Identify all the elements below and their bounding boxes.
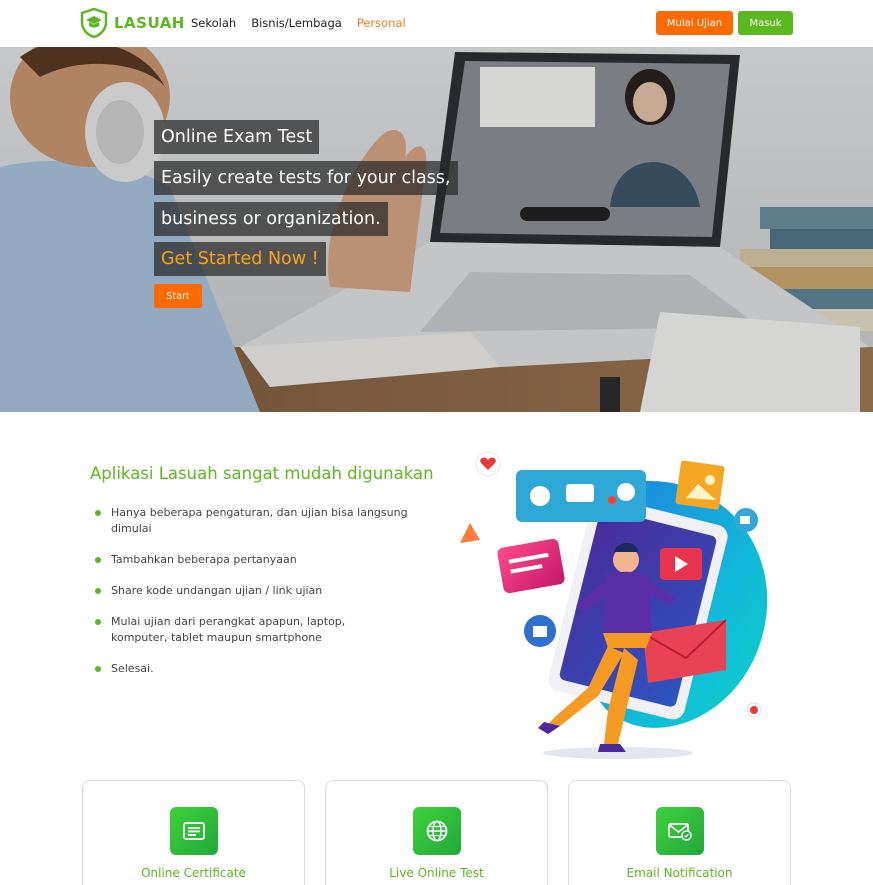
- navbar: LASUAH Sekolah Bisnis/Lembaga Personal M…: [0, 0, 873, 47]
- features-title: Aplikasi Lasuah sangat mudah digunakan: [90, 464, 434, 483]
- features-list: Hanya beberapa pengaturan, dan ujian bis…: [95, 505, 415, 677]
- feature-item: Selesai.: [95, 661, 415, 677]
- hero-start-button[interactable]: Start: [154, 284, 202, 308]
- feature-card-live-online-test[interactable]: Live Online Test: [325, 780, 548, 885]
- brand-name: LASUAH: [114, 14, 185, 32]
- brand-logo[interactable]: LASUAH: [80, 8, 185, 38]
- hero-heading: Online Exam Test: [154, 120, 320, 154]
- feature-item: Hanya beberapa pengaturan, dan ujian bis…: [95, 505, 415, 537]
- app-illustration: [460, 451, 768, 759]
- globe-icon: [413, 807, 461, 855]
- email-icon: [656, 807, 704, 855]
- nav-link-bisnis-lembaga[interactable]: Bisnis/Lembaga: [251, 16, 342, 30]
- login-button[interactable]: Masuk: [738, 11, 793, 35]
- hero-cta-text: Get Started Now !: [154, 242, 326, 276]
- nav-link-sekolah[interactable]: Sekolah: [191, 16, 236, 30]
- card-label: Live Online Test: [389, 866, 484, 880]
- nav-links: Sekolah Bisnis/Lembaga Personal: [191, 16, 406, 30]
- card-label: Online Certificate: [141, 866, 246, 880]
- hero-subheading-line1: Easily create tests for your class,: [154, 161, 458, 195]
- feature-item: Mulai ujian dari perangkat apapun, lapto…: [95, 614, 395, 646]
- hero-subheading-line2: business or organization.: [154, 202, 388, 236]
- certificate-icon: [170, 807, 218, 855]
- feature-card-online-certificate[interactable]: Online Certificate: [82, 780, 305, 885]
- hero-banner: Online Exam Test Easily create tests for…: [0, 47, 873, 412]
- hero-overlay: [0, 47, 873, 412]
- feature-item: Tambahkan beberapa pertanyaan: [95, 552, 415, 568]
- card-label: Email Notification: [626, 866, 733, 880]
- start-exam-button[interactable]: Mulai Ujian: [656, 11, 733, 35]
- feature-card-email-notification[interactable]: Email Notification: [568, 780, 791, 885]
- nav-link-personal[interactable]: Personal: [357, 16, 406, 30]
- feature-item: Share kode undangan ujian / link ujian: [95, 583, 415, 599]
- shield-cap-icon: [80, 8, 108, 38]
